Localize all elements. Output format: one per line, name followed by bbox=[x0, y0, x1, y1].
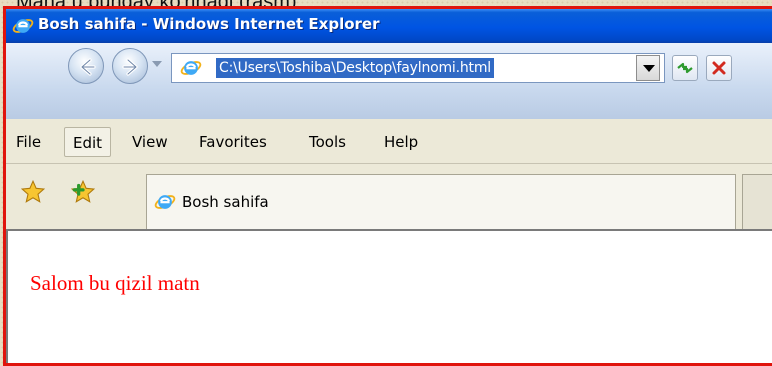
menu-favorites[interactable]: Favorites bbox=[191, 127, 275, 157]
ie-window: Bosh sahifa - Windows Internet Explorer bbox=[6, 9, 772, 363]
red-highlight-frame: Bosh sahifa - Windows Internet Explorer bbox=[3, 6, 772, 366]
recent-pages-dropdown[interactable] bbox=[152, 61, 162, 67]
tab-label: Bosh sahifa bbox=[182, 193, 269, 211]
back-button[interactable] bbox=[68, 48, 104, 84]
refresh-button[interactable] bbox=[672, 55, 698, 81]
refresh-icon bbox=[677, 62, 693, 74]
add-favorites-icon[interactable] bbox=[70, 179, 96, 205]
forward-icon bbox=[122, 58, 138, 76]
ie-icon bbox=[180, 61, 202, 75]
page-content: Salom bu qizil matn bbox=[6, 229, 772, 363]
menu-tools[interactable]: Tools bbox=[301, 127, 354, 157]
menu-file[interactable]: File bbox=[8, 127, 49, 157]
forward-button[interactable] bbox=[112, 48, 148, 84]
new-tab-button[interactable] bbox=[742, 174, 772, 234]
back-icon bbox=[80, 58, 96, 76]
stop-button[interactable] bbox=[706, 55, 732, 81]
window-title: Bosh sahifa - Windows Internet Explorer bbox=[38, 15, 380, 33]
menu-edit[interactable]: Edit bbox=[64, 127, 112, 157]
ie-icon bbox=[154, 195, 176, 209]
menu-help[interactable]: Help bbox=[376, 127, 426, 157]
favorites-star-icon[interactable] bbox=[20, 179, 46, 205]
stop-icon bbox=[712, 61, 726, 75]
title-bar[interactable]: Bosh sahifa - Windows Internet Explorer bbox=[6, 9, 772, 43]
ie-icon bbox=[12, 19, 34, 33]
menu-view[interactable]: View bbox=[124, 127, 176, 157]
address-url-text: C:\Users\Toshiba\Desktop\faylnomi.html bbox=[216, 58, 494, 78]
address-input[interactable]: C:\Users\Toshiba\Desktop\faylnomi.html bbox=[171, 53, 665, 83]
address-dropdown-button[interactable] bbox=[636, 55, 660, 81]
page-red-text: Salom bu qizil matn bbox=[30, 271, 200, 295]
